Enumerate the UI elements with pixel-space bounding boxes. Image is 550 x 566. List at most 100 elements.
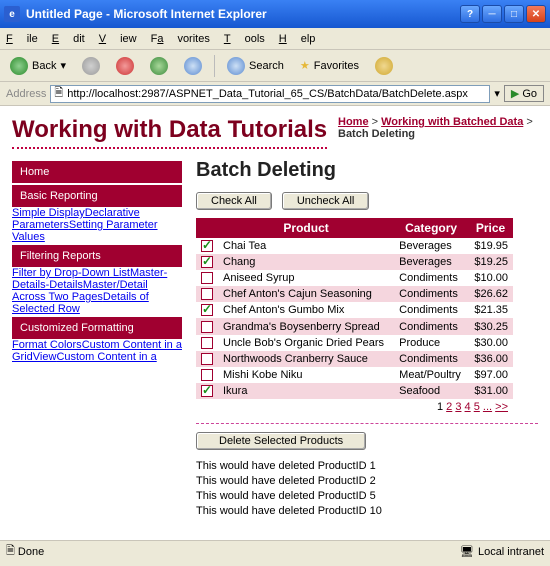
cell-price: $30.25 [468,318,513,334]
menu-tools[interactable]: Tools [224,33,265,45]
check-all-button[interactable]: Check All [196,192,272,210]
stop-button[interactable] [112,55,138,77]
result-line: This would have deleted ProductID 5 [196,490,538,502]
sidebar-header[interactable]: Basic Reporting [12,185,182,207]
site-title: Working with Data Tutorials [12,116,327,149]
row-checkbox[interactable] [201,240,213,252]
row-checkbox[interactable] [201,385,213,397]
maximize-button[interactable]: □ [504,5,524,23]
pager-link[interactable]: 3 [455,401,461,413]
cell-category: Condiments [394,302,468,318]
sidebar-header[interactable]: Customized Formatting [12,317,182,339]
cell-category: Condiments [394,286,468,302]
table-row: Uncle Bob's Organic Dried PearsProduce$3… [196,335,513,351]
refresh-button[interactable] [146,55,172,77]
cell-category: Beverages [394,238,468,254]
sidebar-item[interactable]: Format Colors [12,339,82,351]
home-button[interactable] [180,55,206,77]
page-icon: 🗎 [54,84,63,103]
cell-price: $21.35 [468,302,513,318]
forward-button[interactable] [78,55,104,77]
sidebar-header[interactable]: Home [12,161,182,183]
search-button[interactable]: Search [223,55,288,77]
cell-category: Produce [394,335,468,351]
pager-link[interactable]: 4 [465,401,471,413]
table-row: ChangBeverages$19.25 [196,254,513,270]
status-text: Done [18,546,44,558]
menu-favorites[interactable]: Favorites [151,33,210,45]
zone-text: Local intranet [478,546,544,558]
table-row: Chef Anton's Cajun SeasoningCondiments$2… [196,286,513,302]
result-line: This would have deleted ProductID 1 [196,460,538,472]
cell-product: Aniseed Syrup [218,270,394,286]
delete-selected-button[interactable]: Delete Selected Products [196,432,366,450]
cell-product: Ikura [218,383,394,399]
cell-price: $19.25 [468,254,513,270]
history-button[interactable] [371,55,397,77]
cell-category: Beverages [394,254,468,270]
toolbar: Back▾ Search ★ Favorites [0,50,550,82]
star-icon: ★ [300,59,310,72]
row-checkbox[interactable] [201,369,213,381]
favorites-label: Favorites [314,60,359,72]
page-heading: Batch Deleting [196,159,538,182]
breadcrumb-home[interactable]: Home [338,116,369,128]
url-text: http://localhost:2987/ASPNET_Data_Tutori… [67,88,468,100]
pager-link[interactable]: ... [483,401,492,413]
breadcrumb-section[interactable]: Working with Batched Data [381,116,523,128]
row-checkbox[interactable] [201,321,213,333]
sidebar: HomeBasic ReportingSimple DisplayDeclara… [12,159,182,520]
page-content: Working with Data Tutorials Home > Worki… [0,106,550,540]
chevron-down-icon: ▾ [60,59,66,72]
back-button[interactable]: Back▾ [6,55,70,77]
col-price: Price [468,218,513,238]
col-category: Category [394,218,468,238]
cell-price: $31.00 [468,383,513,399]
sidebar-header[interactable]: Filtering Reports [12,245,182,267]
go-icon: ▶ [511,87,519,100]
row-checkbox[interactable] [201,272,213,284]
help-button[interactable]: ? [460,5,480,23]
result-line: This would have deleted ProductID 10 [196,505,538,517]
zone-icon: 🖥 [460,545,474,558]
close-button[interactable]: ✕ [526,5,546,23]
cell-category: Meat/Poultry [394,367,468,383]
home-icon [184,57,202,75]
row-checkbox[interactable] [201,353,213,365]
back-icon [10,57,28,75]
menu-edit[interactable]: Edit [52,33,85,45]
cell-price: $30.00 [468,335,513,351]
pager-link[interactable]: 2 [446,401,452,413]
table-row: Mishi Kobe NikuMeat/Poultry$97.00 [196,367,513,383]
pager-link[interactable]: >> [495,401,508,413]
row-checkbox[interactable] [201,288,213,300]
pager-link[interactable]: 5 [474,401,480,413]
cell-category: Seafood [394,383,468,399]
search-label: Search [249,60,284,72]
cell-price: $36.00 [468,351,513,367]
sidebar-item[interactable]: Filter by Drop-Down List [12,267,130,279]
cell-product: Chef Anton's Gumbo Mix [218,302,394,318]
table-row: Grandma's Boysenberry SpreadCondiments$3… [196,318,513,334]
windows-flag-icon [510,31,530,47]
sidebar-item[interactable]: Simple Display [12,207,85,219]
favorites-button[interactable]: ★ Favorites [296,57,363,74]
result-line: This would have deleted ProductID 2 [196,475,538,487]
table-row: Chai TeaBeverages$19.95 [196,238,513,254]
minimize-button[interactable]: ─ [482,5,502,23]
row-checkbox[interactable] [201,304,213,316]
row-checkbox[interactable] [201,337,213,349]
address-input[interactable]: 🗎 http://localhost:2987/ASPNET_Data_Tuto… [50,85,490,103]
go-button[interactable]: ▶Go [504,85,544,102]
breadcrumb: Home > Working with Batched Data > Batch… [338,116,538,159]
menu-view[interactable]: View [99,33,137,45]
row-checkbox[interactable] [201,256,213,268]
menu-file[interactable]: File [6,33,38,45]
results: This would have deleted ProductID 1 This … [196,460,538,517]
cell-product: Chef Anton's Cajun Seasoning [218,286,394,302]
sidebar-item[interactable]: Custom Content in a [56,351,156,363]
uncheck-all-button[interactable]: Uncheck All [282,192,369,210]
address-dropdown[interactable]: ▾ [494,87,500,100]
ie-icon: e [4,6,20,22]
menu-help[interactable]: Help [279,33,316,45]
